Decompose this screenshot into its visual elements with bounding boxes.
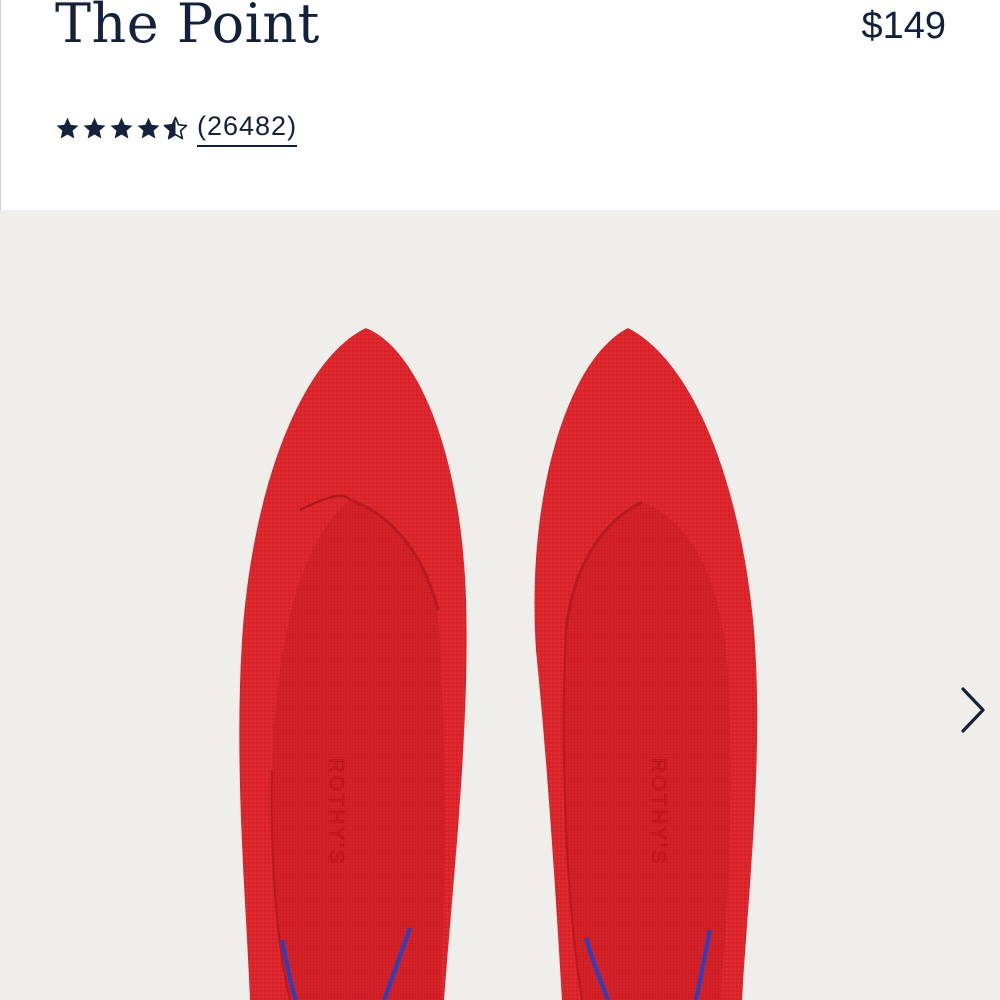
star-full-icon [56,117,79,138]
product-title: The Point [55,0,320,55]
product-header: The Point $149 (26482) [0,0,1000,210]
star-full-icon [83,117,106,138]
product-rating: (26482) [55,108,298,148]
left-shoe: ROTHY'S [239,328,467,1000]
star-half-icon [163,116,188,139]
chevron-right-icon [961,687,985,733]
right-shoe: ROTHY'S [534,328,758,1000]
product-image-gallery[interactable]: ROTHY'S ROTHY'S [0,210,1000,1000]
next-image-button[interactable] [948,684,998,736]
svg-text:ROTHY'S: ROTHY'S [325,758,347,866]
svg-text:ROTHY'S: ROTHY'S [647,758,669,866]
rating-stars [55,116,188,141]
star-full-icon [137,117,160,138]
product-image: ROTHY'S ROTHY'S [239,328,758,1000]
reviews-link[interactable]: (26482) [197,109,298,147]
product-price: $149 [861,5,946,47]
star-full-icon [110,117,133,138]
